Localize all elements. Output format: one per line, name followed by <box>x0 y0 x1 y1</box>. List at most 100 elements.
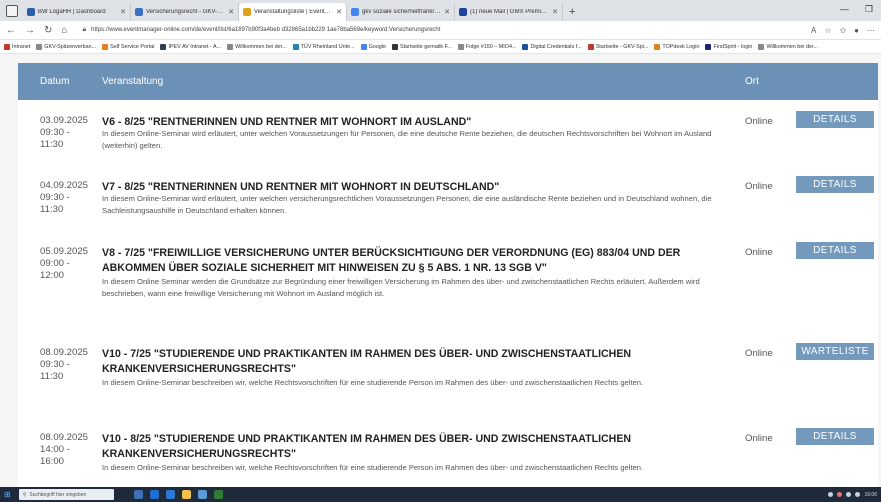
volume-icon[interactable] <box>855 492 861 497</box>
tab-title: gkv soziale sicherheitfrankreich <box>362 9 442 15</box>
event-description: In diesem Online-Seminar beschreiben wir… <box>102 378 644 387</box>
bookmark-favicon-icon <box>522 43 529 50</box>
close-tab-icon[interactable]: ✕ <box>336 8 342 16</box>
browser-tab[interactable]: BW LogaHR | Dashboard ✕ <box>23 3 131 21</box>
favorites-icon[interactable]: ✩ <box>839 26 846 35</box>
details-button[interactable]: DETAILS <box>796 428 874 445</box>
taskview-icon[interactable] <box>133 490 143 499</box>
bookmark-item[interactable]: FirstSpirit - login <box>705 43 752 50</box>
taskbar-search-input[interactable]: ⚲ Suchbegriff hier eingeben <box>18 489 114 500</box>
browser-tab[interactable]: Versicherungsrecht - GKV-Spitze ✕ <box>131 3 239 21</box>
reload-icon[interactable]: ↻ <box>44 25 52 36</box>
restore-icon[interactable]: ❐ <box>865 4 873 15</box>
bookmark-item[interactable]: TOPdesk Login <box>654 43 700 50</box>
explorer-icon[interactable] <box>181 490 191 499</box>
taskbar-search-placeholder: Suchbegriff hier eingeben <box>29 491 87 498</box>
clock[interactable]: 16:06 <box>864 492 877 498</box>
outlook-icon[interactable] <box>165 490 175 499</box>
close-tab-icon[interactable]: ✕ <box>120 8 126 16</box>
event-location: Online <box>745 247 773 258</box>
window-controls: — ❐ <box>840 4 873 15</box>
bookmark-label: Digital Credentials f... <box>530 43 582 50</box>
event-title[interactable]: V10 - 8/25 "STUDIERENDE UND PRAKTIKANTEN… <box>102 432 736 462</box>
browser-tab[interactable]: gkv soziale sicherheitfrankreich ✕ <box>347 3 455 21</box>
bookmark-favicon-icon <box>36 43 43 50</box>
tab-favicon-icon <box>27 8 35 16</box>
bookmark-item[interactable]: Startseite gematik F... <box>391 43 452 50</box>
excel-icon[interactable] <box>213 490 223 499</box>
event-time-start: 09:00 - <box>40 258 70 269</box>
minimize-icon[interactable]: — <box>840 4 849 15</box>
event-time-end: 11:30 <box>40 371 64 382</box>
teams-icon[interactable] <box>197 490 207 499</box>
column-header-veranstaltung: Veranstaltung <box>102 76 164 87</box>
bookmark-favicon-icon <box>654 43 661 50</box>
event-date: 03.09.2025 <box>40 115 89 126</box>
new-tab-button[interactable]: + <box>569 6 575 18</box>
tab-favicon-icon <box>459 8 467 16</box>
tab-list: BW LogaHR | Dashboard ✕ Versicherungsrecht… <box>23 3 563 21</box>
profile-icon[interactable]: ● <box>854 26 859 35</box>
event-time-end: 11:30 <box>40 204 64 215</box>
event-date-cell: 05.09.2025 09:00 -12:00 <box>40 246 102 282</box>
waitlist-button[interactable]: WARTELISTE <box>796 343 874 360</box>
bookmark-item[interactable]: TÜV Rheinland Unte... <box>292 43 355 50</box>
tab-title: (1) neue Mail | GMX Premium <box>470 9 550 15</box>
window-menu-icon[interactable] <box>6 5 18 17</box>
details-button[interactable]: DETAILS <box>796 111 874 128</box>
bookmark-item[interactable]: Startseite - GKV-Spi... <box>587 43 648 50</box>
bookmark-favicon-icon <box>705 43 712 50</box>
favorite-star-icon[interactable]: ☆ <box>824 26 831 35</box>
event-title[interactable]: V10 - 7/25 "STUDIERENDE UND PRAKTIKANTEN… <box>102 347 736 377</box>
close-tab-icon[interactable]: ✕ <box>444 8 450 16</box>
details-button[interactable]: DETAILS <box>796 176 874 193</box>
more-icon[interactable]: ⋯ <box>867 26 875 35</box>
page-content: Datum Veranstaltung Ort 03.09.2025 09:30 … <box>0 54 881 487</box>
browser-tab-strip: BW LogaHR | Dashboard ✕ Versicherungsrecht… <box>0 0 881 21</box>
table-header: Datum Veranstaltung Ort <box>18 63 878 100</box>
address-bar: ← → ↻ ⌂ 🔒︎ https://www.eventmanager-onli… <box>0 21 881 40</box>
details-button[interactable]: DETAILS <box>796 242 874 259</box>
bookmark-item[interactable]: Willkommen bei der... <box>758 43 818 50</box>
network-icon[interactable] <box>846 492 852 497</box>
event-date: 05.09.2025 <box>40 246 89 257</box>
bookmark-label: Startseite gematik F... <box>399 43 452 50</box>
bookmark-item[interactable]: Intranet <box>4 43 31 50</box>
forward-icon[interactable]: → <box>25 25 35 36</box>
tab-favicon-icon <box>243 8 251 16</box>
home-icon[interactable]: ⌂ <box>61 25 67 36</box>
bookmark-item[interactable]: Self Service Portal <box>102 43 154 50</box>
browser-tab[interactable]: Veranstaltungsliste | EventManag✕ <box>239 3 347 21</box>
url-field[interactable]: 🔒︎ https://www.eventmanager-online.com/d… <box>76 23 802 38</box>
lock-icon: 🔒︎ <box>82 26 87 33</box>
windows-start-icon[interactable]: ⊞ <box>4 490 11 499</box>
bookmark-item[interactable]: Google <box>360 43 386 50</box>
event-date-cell: 04.09.2025 09:30 -11:30 <box>40 180 102 216</box>
tray-icon[interactable] <box>837 492 843 497</box>
close-tab-icon[interactable]: ✕ <box>552 8 558 16</box>
event-date: 08.09.2025 <box>40 432 89 443</box>
browser-tools: A ☆ ✩ ● ⋯ <box>811 26 875 35</box>
bookmark-item[interactable]: Folge #150 – MIO4... <box>457 43 516 50</box>
event-description: In diesem Online Seminar werden die Grun… <box>102 277 700 298</box>
bookmark-item[interactable]: GKV-Spitzenverban... <box>36 43 96 50</box>
read-aloud-icon[interactable]: A <box>811 26 816 35</box>
bookmark-favicon-icon <box>4 43 10 50</box>
event-date-cell: 08.09.2025 09:30 -11:30 <box>40 347 102 383</box>
bookmark-favicon-icon <box>391 43 398 50</box>
bookmarks-bar: Intranet GKV-Spitzenverban... Self Service… <box>0 40 881 54</box>
system-tray: 16:06 <box>828 492 877 498</box>
bookmark-item[interactable]: IPEV AV Intranet - A... <box>160 43 221 50</box>
close-tab-icon[interactable]: ✕ <box>228 8 234 16</box>
event-time-start: 09:30 - <box>40 192 70 203</box>
bookmark-label: Intranet <box>12 43 31 50</box>
edge-icon[interactable] <box>149 490 159 499</box>
browser-tab[interactable]: (1) neue Mail | GMX Premium ✕ <box>455 3 563 21</box>
event-title[interactable]: V8 - 7/25 "FREIWILLIGE VERSICHERUNG UNTE… <box>102 246 736 276</box>
bookmark-item[interactable]: Willkommen bei der... <box>227 43 287 50</box>
tray-icon[interactable] <box>828 492 834 497</box>
bookmark-label: TOPdesk Login <box>662 43 700 50</box>
bookmark-item[interactable]: Digital Credentials f... <box>522 43 582 50</box>
back-icon[interactable]: ← <box>6 25 16 36</box>
event-description: In diesem Online-Seminar wird erläutert,… <box>102 194 712 215</box>
